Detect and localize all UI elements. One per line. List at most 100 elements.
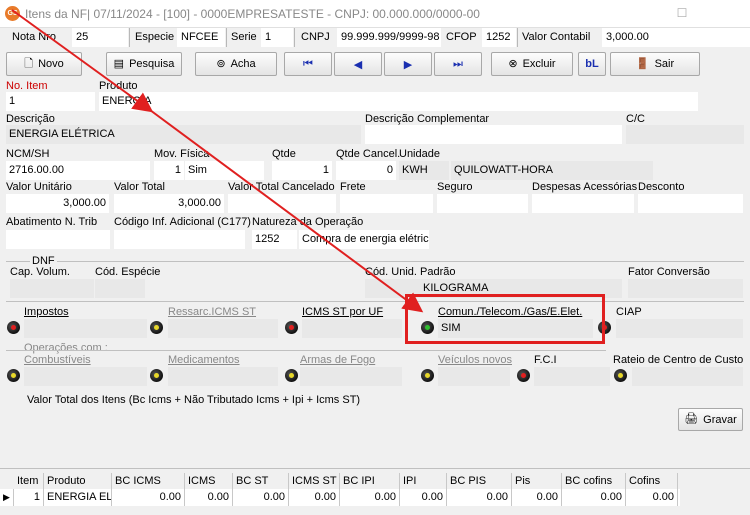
grid-cell[interactable]: 1 xyxy=(14,489,44,506)
veiculos-status-icon[interactable] xyxy=(421,369,434,382)
fator-conversao-field[interactable] xyxy=(628,279,743,298)
medicamentos-status-icon[interactable] xyxy=(150,369,163,382)
last-record-icon: ⏭ xyxy=(453,57,463,70)
grid-cell[interactable]: 0.00 xyxy=(340,489,400,506)
grid-header-cell[interactable]: BC PIS xyxy=(447,473,512,489)
cc-label: C/C xyxy=(626,113,645,125)
grid-header-cell[interactable]: BC ICMS xyxy=(112,473,185,489)
excluir-button[interactable]: ⊗ Excluir xyxy=(491,52,573,76)
maximize-icon[interactable]: ☐ xyxy=(672,4,692,22)
grid-header-cell[interactable]: ICMS xyxy=(185,473,233,489)
impostos-field xyxy=(24,319,147,338)
app-logo-icon: GS xyxy=(5,6,20,21)
ressarc-icms-st-label[interactable]: Ressarc.ICMS ST xyxy=(168,306,256,318)
ressarc-status-icon[interactable] xyxy=(150,321,163,334)
gravar-button[interactable]: 🖨 Gravar xyxy=(678,408,743,431)
nota-label: Nota Nro xyxy=(12,31,57,43)
impostos-label[interactable]: Impostos xyxy=(24,306,69,318)
seguro-label: Seguro xyxy=(437,181,473,193)
impostos-status-icon[interactable] xyxy=(7,321,20,334)
cod-inf-adicional-field[interactable] xyxy=(114,230,245,249)
frete-field[interactable] xyxy=(340,194,433,213)
fci-status-icon[interactable] xyxy=(517,369,530,382)
natureza-code-field[interactable]: 1252 xyxy=(252,230,297,249)
mov-fisica-field[interactable]: Sim xyxy=(185,161,264,180)
pesquisa-button[interactable]: ▤ Pesquisa xyxy=(106,52,182,76)
armas-label[interactable]: Armas de Fogo xyxy=(300,354,375,366)
valor-total-field[interactable]: 3,000.00 xyxy=(114,194,224,213)
cnpj-label: CNPJ xyxy=(301,31,330,43)
grid-header-cell[interactable]: BC IPI xyxy=(340,473,400,489)
cc-field[interactable] xyxy=(626,125,744,144)
grid-header-cell[interactable]: Produto xyxy=(44,473,112,489)
seguro-field[interactable] xyxy=(437,194,528,213)
grid-cell[interactable]: 0.00 xyxy=(562,489,626,506)
grid-cell[interactable]: 0.00 xyxy=(289,489,340,506)
qtde-cancel-field[interactable]: 0 xyxy=(336,161,396,180)
fator-conversao-label: Fator Conversão xyxy=(628,266,710,278)
grid-cell[interactable]: ENERGIA ELI xyxy=(44,489,112,506)
previous-record-button[interactable]: ◀ xyxy=(334,52,382,76)
combustiveis-status-icon[interactable] xyxy=(7,369,20,382)
bl-button[interactable]: bL xyxy=(578,52,606,76)
delete-icon: ⊗ xyxy=(508,57,518,70)
new-document-icon: 🗋 xyxy=(24,57,34,70)
grid-cell[interactable]: 0.00 xyxy=(400,489,447,506)
bl-icon: bL xyxy=(585,58,599,70)
next-record-button[interactable]: ▶ xyxy=(384,52,432,76)
icms-st-uf-status-icon[interactable] xyxy=(285,321,298,334)
cap-volum-field[interactable] xyxy=(10,279,94,298)
grid-cell[interactable]: 0.00 xyxy=(512,489,562,506)
grid-cell[interactable]: 0.00 xyxy=(112,489,185,506)
grid-cell[interactable]: 0.00 xyxy=(185,489,233,506)
table-row[interactable]: ▶ 1 ENERGIA ELI 0.00 0.00 0.00 0.00 0.00… xyxy=(0,489,680,506)
grid-cell[interactable]: 0.00 xyxy=(447,489,512,506)
qtde-field[interactable]: 1 xyxy=(272,161,332,180)
acha-button[interactable]: ⊚ Acha xyxy=(195,52,277,76)
cap-volum-label: Cap. Volum. xyxy=(10,266,70,278)
sair-button[interactable]: 🚪 Sair xyxy=(610,52,700,76)
grid-header-cell[interactable]: BC ST xyxy=(233,473,289,489)
grid-cell[interactable]: 0.00 xyxy=(233,489,289,506)
printer-icon: 🖨 xyxy=(684,413,699,425)
grid-header-row: Item Produto BC ICMS ICMS BC ST ICMS ST … xyxy=(0,473,750,489)
valor-unitario-field[interactable]: 3,000.00 xyxy=(6,194,109,213)
grid-header-cell[interactable]: Pis xyxy=(512,473,562,489)
nota-value: 25 xyxy=(72,28,128,47)
ciap-field xyxy=(616,319,743,338)
no-item-field[interactable]: 1 xyxy=(6,92,95,111)
grid-header-cell[interactable]: IPI xyxy=(400,473,447,489)
desconto-field[interactable] xyxy=(638,194,743,213)
first-record-button[interactable]: ⏮ xyxy=(284,52,332,76)
despesas-field[interactable] xyxy=(532,194,634,213)
mov-fisica-code-field[interactable]: 1 xyxy=(154,161,184,180)
grid-header-cell[interactable]: ICMS ST xyxy=(289,473,340,489)
rateio-status-icon[interactable] xyxy=(614,369,627,382)
gravar-label: Gravar xyxy=(703,413,737,426)
valor-total-cancelado-field[interactable] xyxy=(228,194,336,213)
medicamentos-label[interactable]: Medicamentos xyxy=(168,354,240,366)
veiculos-label[interactable]: Veículos novos xyxy=(438,354,512,366)
last-record-button[interactable]: ⏭ xyxy=(434,52,482,76)
operacoes-separator xyxy=(6,350,606,351)
ncm-field[interactable]: 2716.00.00 xyxy=(6,161,150,180)
descricao-field[interactable]: ENERGIA ELÉTRICA xyxy=(6,125,361,144)
cfop-label: CFOP xyxy=(446,31,477,43)
grid-header-cell[interactable]: BC cofins xyxy=(562,473,626,489)
grid-header-cell[interactable]: Item xyxy=(14,473,44,489)
grid-cell[interactable]: 0.00 xyxy=(626,489,678,506)
grid-header-cell[interactable]: Cofins xyxy=(626,473,678,489)
row-selector-icon[interactable]: ▶ xyxy=(0,489,14,506)
icms-st-uf-label[interactable]: ICMS ST por UF xyxy=(302,306,383,318)
produto-field[interactable]: ENERGIA xyxy=(99,92,698,111)
exit-door-icon: 🚪 xyxy=(635,57,650,70)
cod-especie-field[interactable] xyxy=(95,279,145,298)
novo-button[interactable]: 🗋 Novo xyxy=(6,52,82,76)
abatimento-field[interactable] xyxy=(6,230,110,249)
armas-status-icon[interactable] xyxy=(285,369,298,382)
unidade-code-field[interactable]: KWH xyxy=(399,161,449,180)
desc-complementar-field[interactable] xyxy=(365,125,622,144)
combustiveis-label[interactable]: Combustíveis xyxy=(24,354,91,366)
operacoes-label: Operações com : xyxy=(24,342,108,354)
grid-separator xyxy=(0,468,750,469)
